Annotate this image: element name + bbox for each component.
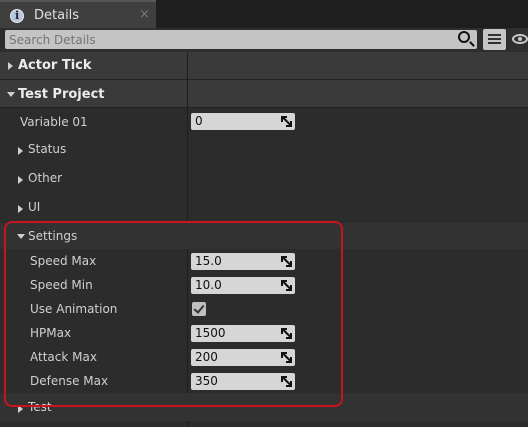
expand-arrow-icon[interactable] [18, 147, 23, 155]
expand-arrow-icon[interactable] [18, 176, 23, 184]
search-input[interactable] [9, 31, 449, 48]
close-icon[interactable]: × [139, 7, 150, 22]
variable-01-field[interactable]: 0 [191, 113, 295, 130]
property-matrix-button[interactable] [483, 29, 506, 50]
search-icon[interactable] [458, 31, 470, 43]
highlight-annotation [4, 221, 343, 407]
eye-icon[interactable] [512, 34, 528, 44]
field-value: 0 [195, 114, 203, 128]
subcategory-ui[interactable]: UI [0, 194, 528, 223]
subcategory-status[interactable]: Status [0, 136, 528, 165]
subcategory-label: Other [28, 171, 63, 185]
tab-details[interactable]: Details × [0, 0, 156, 28]
subcategory-other[interactable]: Other [0, 165, 528, 194]
subcategory-label: UI [28, 200, 41, 214]
collapse-arrow-icon[interactable] [7, 92, 15, 97]
expand-arrow-icon[interactable] [18, 205, 23, 213]
property-label: Variable 01 [20, 115, 88, 129]
expand-arrow-icon[interactable] [8, 62, 13, 70]
tab-bar-empty-area [150, 0, 528, 28]
category-test-project[interactable]: Test Project [0, 80, 528, 108]
category-actor-tick[interactable]: Actor Tick [0, 52, 528, 80]
property-variable-01: Variable 01 0 [0, 108, 528, 136]
info-icon [10, 9, 24, 23]
search-box[interactable] [5, 30, 477, 49]
category-label: Test Project [18, 87, 105, 102]
tab-label: Details [34, 8, 80, 23]
list-icon [488, 34, 501, 36]
category-label: Actor Tick [18, 58, 92, 73]
spin-drag-icon[interactable] [281, 116, 292, 127]
subcategory-label: Status [28, 142, 67, 156]
